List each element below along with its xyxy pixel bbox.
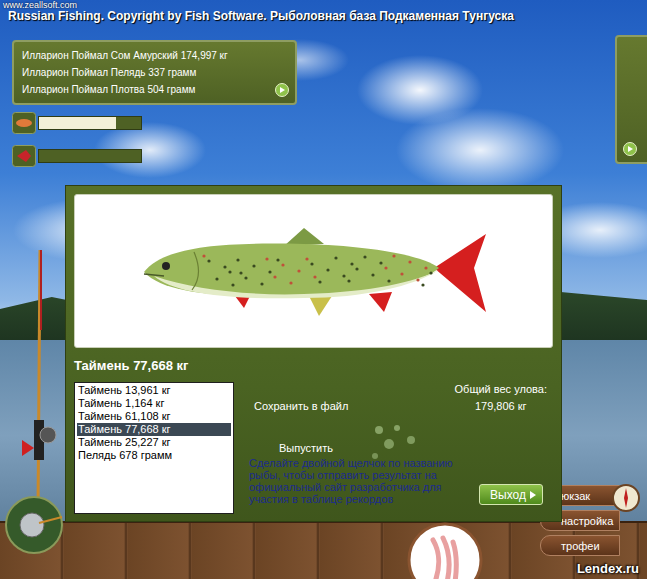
catch-list-item[interactable]: Таймень 61,108 кг <box>77 410 231 423</box>
total-label: Общий вес улова: <box>455 382 547 396</box>
total-value: 179,806 кг <box>475 399 527 413</box>
catch-log: Илларион Поймал Сом Амурский 174,997 кгИ… <box>12 40 297 105</box>
watermark: Lendex.ru <box>577 561 639 576</box>
fish-meter-track <box>38 149 142 163</box>
game-scene: www.zeallsoft.comRussian Fishing. Copyri… <box>0 0 647 579</box>
fish-picture <box>74 194 553 348</box>
taimen-fish-icon <box>134 216 494 326</box>
bait-icon <box>12 112 36 134</box>
release-link[interactable]: Выпустить <box>279 441 553 455</box>
log-line: Илларион Поймал Плотва 504 грамм <box>22 81 265 98</box>
scroll-arrow-icon[interactable] <box>275 83 289 97</box>
catch-list-item[interactable]: Таймень 77,668 кг <box>77 423 231 436</box>
reel-icon[interactable] <box>4 495 64 555</box>
window-title: Russian Fishing. Copyright by Fish Softw… <box>0 9 647 24</box>
total-weight: Общий вес улова: 179,806 кг <box>455 382 547 413</box>
catch-dialog: Таймень 77,668 кгТаймень 13,961 кгТаймен… <box>65 185 562 522</box>
meter-fill <box>39 117 116 129</box>
arrow-icon <box>530 491 536 499</box>
catch-list-item[interactable]: Таймень 25,227 кг <box>77 436 231 449</box>
meter <box>12 112 142 134</box>
watermark: www.zeallsoft.com <box>3 0 77 10</box>
meters <box>12 112 142 167</box>
catch-list-item[interactable]: Пелядь 678 грамм <box>77 449 231 462</box>
bait-meter-track <box>38 116 142 130</box>
catch-list-item[interactable]: Таймень 1,164 кг <box>77 397 231 410</box>
log-line: Илларион Поймал Пелядь 337 грамм <box>22 64 265 81</box>
fish-icon <box>12 145 36 167</box>
catch-list-item[interactable]: Таймень 13,961 кг <box>77 384 231 397</box>
exit-button[interactable]: Выход <box>479 484 543 505</box>
compass-icon[interactable] <box>612 484 640 512</box>
catch-title: Таймень 77,668 кг <box>74 358 553 374</box>
fishing-rod-icon <box>22 250 62 510</box>
catch-list[interactable]: Таймень 13,961 кгТаймень 1,164 кгТаймень… <box>74 382 234 514</box>
menu-button[interactable]: трофеи <box>540 535 620 556</box>
meter <box>12 145 142 167</box>
bubbles-icon <box>367 422 427 472</box>
save-to-file-link[interactable]: Сохранить в файл <box>254 399 348 413</box>
hint-text: Сделайте двойной щелчок по названию рыбы… <box>249 457 471 505</box>
log-line: Илларион Поймал Сом Амурский 174,997 кг <box>22 47 265 64</box>
side-panel <box>615 35 647 164</box>
bait-hand-icon <box>405 520 485 579</box>
scroll-arrow-icon[interactable] <box>623 142 637 156</box>
